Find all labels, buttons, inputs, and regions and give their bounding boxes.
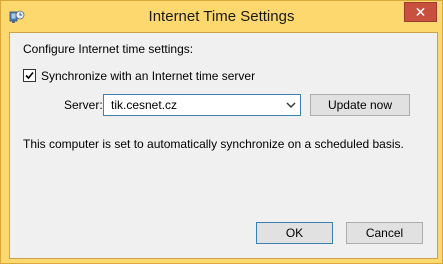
sync-checkbox-label[interactable]: Synchronize with an Internet time server <box>41 69 255 83</box>
server-value[interactable]: tik.cesnet.cz <box>111 98 177 112</box>
close-icon: ✕ <box>414 4 427 20</box>
status-message: This computer is set to automatically sy… <box>23 137 404 151</box>
dialog-client-area: Configure Internet time settings: Synchr… <box>9 32 438 259</box>
dialog-window: Internet Time Settings ✕ Configure Inter… <box>0 0 443 264</box>
title-bar[interactable]: Internet Time Settings ✕ <box>1 1 442 33</box>
checkmark-icon <box>25 71 34 80</box>
close-button[interactable]: ✕ <box>404 2 437 22</box>
server-label: Server: <box>64 98 103 112</box>
chevron-down-icon[interactable] <box>286 101 296 109</box>
ok-button[interactable]: OK <box>256 222 333 244</box>
server-combobox[interactable]: tik.cesnet.cz <box>103 94 301 116</box>
window-title: Internet Time Settings <box>148 8 295 25</box>
update-now-button[interactable]: Update now <box>310 94 410 116</box>
settings-heading: Configure Internet time settings: <box>23 42 194 56</box>
cancel-button[interactable]: Cancel <box>346 222 423 244</box>
sync-checkbox[interactable] <box>23 69 36 82</box>
